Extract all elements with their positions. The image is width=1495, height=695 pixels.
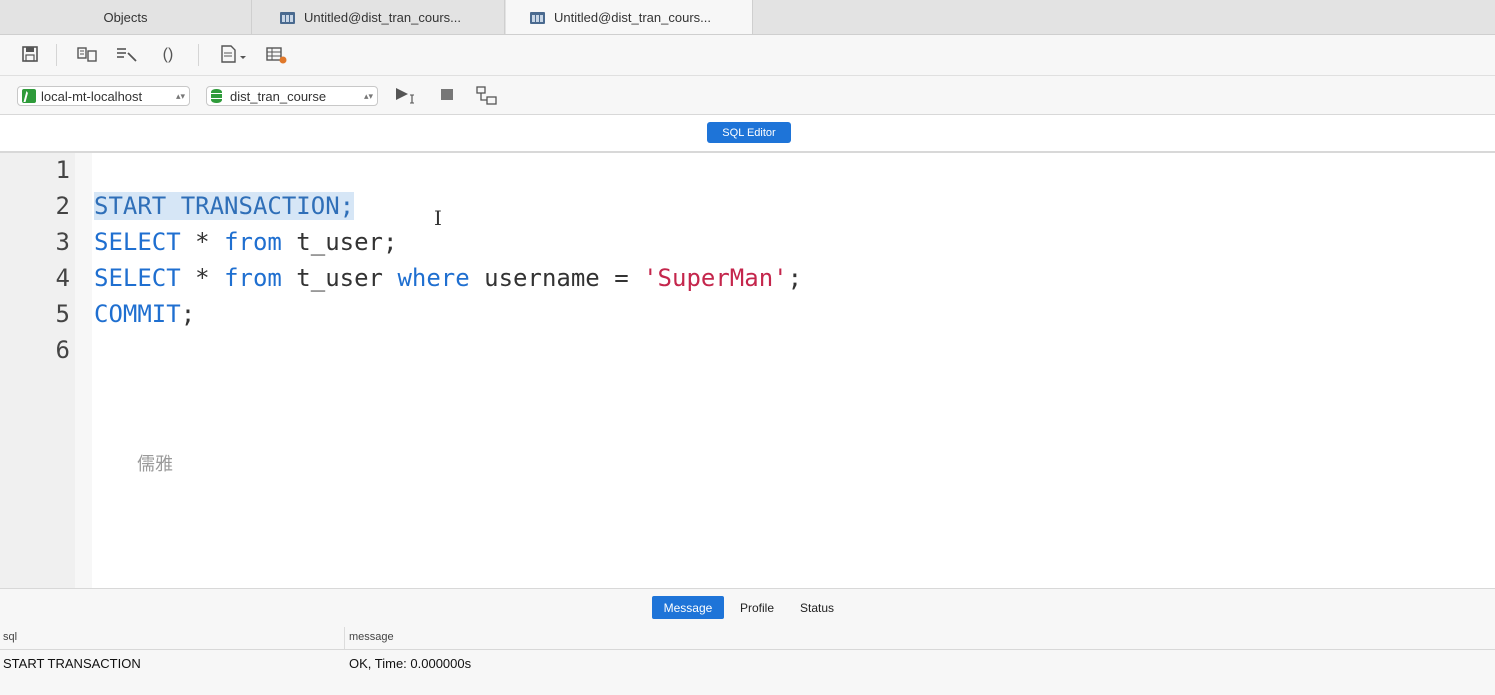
tab-label: Objects <box>103 9 148 25</box>
run-icon[interactable] <box>393 85 421 105</box>
tab-objects[interactable]: Objects <box>0 0 252 34</box>
column-header-message[interactable]: message <box>349 631 394 643</box>
tab-status[interactable]: Status <box>790 596 844 619</box>
tab-label: Untitled@dist_tran_cours... <box>304 9 461 25</box>
brackets-icon[interactable]: () <box>158 45 178 65</box>
line-number: 6 <box>55 336 70 364</box>
code-line-2[interactable]: START TRANSACTION; <box>94 192 355 220</box>
editor-toolbar: () <box>0 35 1495 76</box>
tab-query-1[interactable]: Untitled@dist_tran_cours... <box>253 0 505 34</box>
save-icon[interactable] <box>20 45 40 65</box>
code-token: t_user; <box>281 228 398 256</box>
tab-bar: Objects Untitled@dist_tran_cours... Unti… <box>0 0 1495 35</box>
column-divider[interactable] <box>344 627 345 649</box>
line-number: 4 <box>55 264 70 292</box>
database-label: dist_tran_course <box>230 88 327 104</box>
format-icon[interactable] <box>77 45 97 65</box>
code-token: username = <box>469 264 644 292</box>
line-number: 5 <box>55 300 70 328</box>
database-select[interactable]: dist_tran_course ▴▾ <box>206 86 378 106</box>
connection-select[interactable]: local-mt-localhost ▴▾ <box>17 86 190 106</box>
result-panel: Message Profile Status sql message START… <box>0 588 1495 695</box>
code-token: from <box>224 264 282 292</box>
toolbar-divider <box>198 44 199 66</box>
code-token: ; <box>180 300 196 328</box>
updown-caret-icon: ▴▾ <box>363 90 373 101</box>
code-token: t_user <box>281 264 398 292</box>
text-cursor-icon: I <box>434 206 442 230</box>
line-number-gutter: 1 2 3 4 5 6 <box>0 153 75 588</box>
result-cell-sql[interactable]: START TRANSACTION <box>3 656 141 671</box>
tab-message[interactable]: Message <box>652 596 724 619</box>
file-icon[interactable] <box>219 45 249 65</box>
watermark-text: 儒雅 <box>137 454 173 474</box>
code-token: * <box>180 228 225 256</box>
code-line-5[interactable]: COMMIT; <box>94 300 195 328</box>
connection-label: local-mt-localhost <box>41 88 143 104</box>
code-line-3[interactable]: SELECT * from t_user; <box>94 228 397 256</box>
code-token: ; <box>787 264 803 292</box>
code-token: where <box>397 264 470 292</box>
code-token: SELECT <box>94 228 181 256</box>
code-line-4[interactable]: SELECT * from t_user where username = 'S… <box>94 264 802 292</box>
fold-gutter <box>75 153 92 588</box>
line-number: 3 <box>55 228 70 256</box>
line-number: 1 <box>55 156 70 184</box>
tab-query-2-active[interactable]: Untitled@dist_tran_cours... <box>506 0 753 34</box>
query-icon <box>530 10 545 25</box>
snippet-icon[interactable] <box>266 45 287 65</box>
result-cell-message[interactable]: OK, Time: 0.000000s <box>349 656 471 671</box>
header-divider <box>0 649 1495 650</box>
sql-editor-button[interactable]: SQL Editor <box>707 122 791 143</box>
explain-plan-icon[interactable] <box>475 85 499 105</box>
column-header-sql[interactable]: sql <box>3 631 17 643</box>
database-icon <box>211 89 222 103</box>
toolbar-divider <box>56 44 57 66</box>
tab-profile[interactable]: Profile <box>731 596 783 619</box>
code-token: COMMIT <box>94 300 181 328</box>
code-token: SELECT <box>94 264 181 292</box>
connection-icon <box>22 89 36 103</box>
connection-toolbar: local-mt-localhost ▴▾ dist_tran_course ▴… <box>0 76 1495 115</box>
updown-caret-icon: ▴▾ <box>175 90 185 101</box>
tab-label: Untitled@dist_tran_cours... <box>554 9 711 25</box>
query-icon <box>280 10 295 25</box>
code-token: from <box>224 228 282 256</box>
line-number: 2 <box>55 192 70 220</box>
stop-icon[interactable] <box>437 85 457 105</box>
code-token: 'SuperMan' <box>643 264 788 292</box>
editor-mode-strip: SQL Editor <box>0 115 1495 153</box>
code-token: * <box>180 264 225 292</box>
code-token: START TRANSACTION; <box>94 192 355 220</box>
explain-icon[interactable] <box>116 45 137 65</box>
